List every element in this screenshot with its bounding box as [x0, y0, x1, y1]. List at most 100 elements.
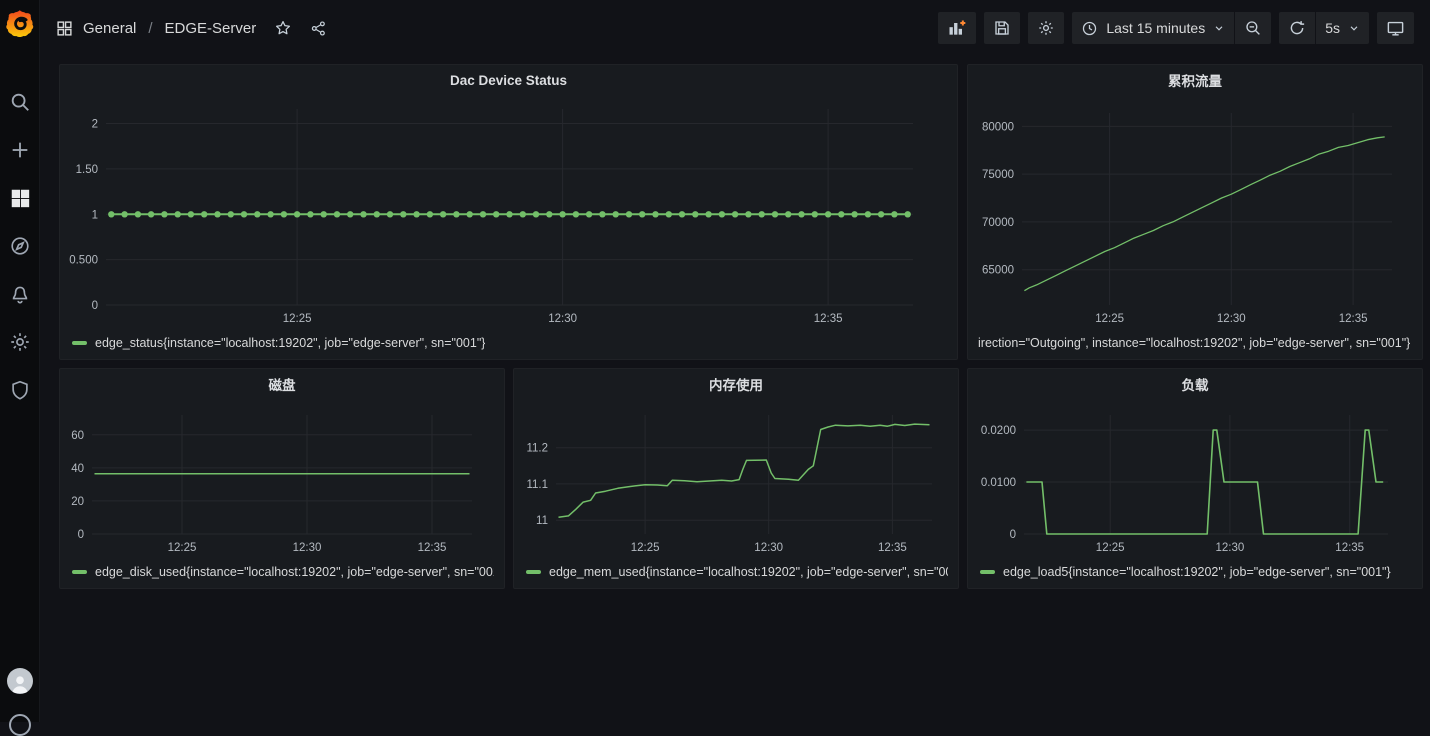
- svg-text:12:25: 12:25: [1095, 313, 1124, 325]
- svg-text:12:30: 12:30: [1216, 542, 1245, 554]
- svg-text:60: 60: [71, 430, 84, 442]
- svg-text:12:30: 12:30: [293, 542, 322, 554]
- svg-text:11: 11: [536, 515, 548, 527]
- svg-text:80000: 80000: [982, 121, 1014, 133]
- legend-series-label[interactable]: edge_load5{instance="localhost:19202", j…: [1003, 565, 1391, 579]
- svg-text:70000: 70000: [982, 217, 1014, 229]
- help-icon[interactable]: [9, 714, 31, 736]
- cycle-view-mode-button[interactable]: [1377, 12, 1414, 44]
- svg-text:2: 2: [92, 119, 98, 131]
- svg-text:11.1: 11.1: [526, 479, 548, 491]
- svg-text:12:35: 12:35: [1339, 313, 1368, 325]
- add-panel-button[interactable]: [938, 12, 976, 44]
- breadcrumb-folder[interactable]: General: [83, 20, 136, 37]
- sidebar-item-dashboards[interactable]: [8, 186, 32, 210]
- legend-series-label[interactable]: edge_mem_used{instance="localhost:19202"…: [549, 565, 948, 579]
- svg-text:12:35: 12:35: [878, 542, 907, 554]
- sidebar-item-explore[interactable]: [8, 234, 32, 258]
- star-icon[interactable]: [274, 19, 292, 37]
- gear-icon: [1037, 19, 1055, 37]
- panel-title[interactable]: 内存使用: [514, 369, 958, 399]
- panel-title[interactable]: Dac Device Status: [60, 65, 957, 95]
- refresh-group: 5s: [1279, 12, 1369, 44]
- svg-text:75000: 75000: [982, 169, 1014, 181]
- svg-text:12:30: 12:30: [548, 313, 577, 325]
- sidebar-item-create[interactable]: [8, 138, 32, 162]
- legend-series-label[interactable]: edge_disk_used{instance="localhost:19202…: [95, 565, 494, 579]
- chart-cumulative-traffic[interactable]: 6500070000750008000012:2512:3012:35: [968, 95, 1422, 333]
- panel-disk: 磁盘 0 20 40 60 12:25 12:30 12:35 edge_disk_used…: [59, 368, 505, 589]
- monitor-icon: [1386, 19, 1405, 38]
- legend-swatch: [72, 341, 87, 345]
- user-avatar[interactable]: [7, 668, 33, 694]
- shield-icon: [9, 379, 31, 401]
- save-dashboard-button[interactable]: [984, 12, 1020, 44]
- legend: edge_load5{instance="localhost:19202", j…: [968, 562, 1422, 588]
- top-navbar: General / EDGE-Server: [40, 0, 1430, 56]
- compass-icon: [9, 235, 31, 257]
- legend-swatch: [980, 570, 995, 574]
- svg-text:12:25: 12:25: [283, 313, 312, 325]
- chart-load[interactable]: 00.01000.020012:2512:3012:35: [968, 399, 1422, 562]
- chevron-down-icon: [1348, 22, 1360, 34]
- svg-text:0.500: 0.500: [69, 255, 98, 267]
- svg-text:11.2: 11.2: [526, 443, 548, 455]
- svg-text:20: 20: [71, 496, 84, 508]
- svg-text:12:25: 12:25: [1096, 542, 1125, 554]
- legend-swatch: [72, 570, 87, 574]
- svg-text:0: 0: [78, 529, 84, 541]
- time-range-label: Last 15 minutes: [1106, 20, 1205, 36]
- sidebar-item-configuration[interactable]: [8, 330, 32, 354]
- svg-text:65000: 65000: [982, 265, 1014, 277]
- sidebar-item-server-admin[interactable]: [8, 378, 32, 402]
- chart-disk[interactable]: 0 20 40 60 12:25 12:30 12:35: [60, 399, 504, 562]
- svg-text:12:35: 12:35: [418, 542, 447, 554]
- sidebar-item-search[interactable]: [8, 90, 32, 114]
- legend-series-label[interactable]: edge_status{instance="localhost:19202", …: [95, 336, 485, 350]
- apps-grid-icon[interactable]: [56, 20, 73, 37]
- time-range-picker[interactable]: Last 15 minutes: [1072, 12, 1234, 44]
- panel-memory-usage: 内存使用 11 11.1 11.2 12:25 12:30 12:35 edge_mem_…: [513, 368, 959, 589]
- svg-text:40: 40: [71, 463, 84, 475]
- person-icon: [9, 672, 31, 694]
- svg-text:1.50: 1.50: [76, 164, 98, 176]
- bell-icon: [9, 283, 31, 305]
- legend: edge_status{instance="localhost:19202", …: [60, 333, 957, 359]
- panel-load: 负载 00.01000.020012:2512:3012:35 edge_loa…: [967, 368, 1423, 589]
- breadcrumb-dashboard-title[interactable]: EDGE-Server: [165, 20, 257, 37]
- svg-text:1: 1: [92, 209, 98, 221]
- panel-title[interactable]: 磁盘: [60, 369, 504, 399]
- svg-text:12:30: 12:30: [754, 542, 783, 554]
- legend-series-label[interactable]: irection="Outgoing", instance="localhost…: [978, 336, 1410, 350]
- zoom-out-icon: [1244, 19, 1262, 37]
- panel-title[interactable]: 累积流量: [968, 65, 1422, 95]
- panel-dac-device-status: Dac Device Status 0 0.500 1 1.50 2 12:25 12:30…: [59, 64, 958, 360]
- svg-text:12:25: 12:25: [631, 542, 660, 554]
- legend: edge_disk_used{instance="localhost:19202…: [60, 562, 504, 588]
- refresh-button[interactable]: [1279, 12, 1315, 44]
- add-panel-icon: [947, 18, 967, 38]
- legend-swatch: [526, 570, 541, 574]
- svg-text:0.0100: 0.0100: [981, 477, 1016, 489]
- svg-text:0: 0: [92, 300, 98, 312]
- chart-memory-usage[interactable]: 11 11.1 11.2 12:25 12:30 12:35: [514, 399, 958, 562]
- legend: edge_mem_used{instance="localhost:19202"…: [514, 562, 958, 588]
- share-icon[interactable]: [310, 20, 327, 37]
- chart-dac-device-status[interactable]: 0 0.500 1 1.50 2 12:25 12:30 12:35: [60, 95, 957, 333]
- zoom-out-time-button[interactable]: [1235, 12, 1271, 44]
- dashboards-grid-icon: [9, 187, 31, 209]
- svg-text:12:25: 12:25: [168, 542, 197, 554]
- gear-icon: [9, 331, 31, 353]
- plus-icon: [9, 139, 31, 161]
- sidebar: [0, 0, 40, 722]
- dashboard-settings-button[interactable]: [1028, 12, 1064, 44]
- breadcrumb: General / EDGE-Server: [56, 19, 327, 37]
- chevron-down-icon: [1213, 22, 1225, 34]
- time-picker-group: Last 15 minutes: [1072, 12, 1271, 44]
- sidebar-item-alerting[interactable]: [8, 282, 32, 306]
- svg-text:12:35: 12:35: [814, 313, 843, 325]
- refresh-interval-picker[interactable]: 5s: [1316, 12, 1369, 44]
- breadcrumb-separator: /: [148, 20, 152, 37]
- panel-title[interactable]: 负载: [968, 369, 1422, 399]
- grafana-logo[interactable]: [0, 0, 40, 48]
